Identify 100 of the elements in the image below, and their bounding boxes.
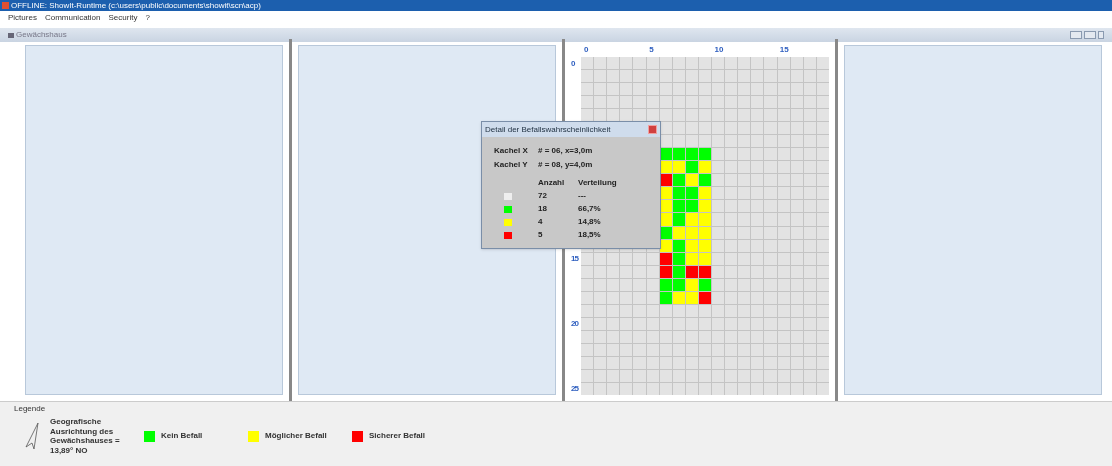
grid-cell[interactable] (777, 343, 790, 356)
grid-cell[interactable] (738, 213, 751, 226)
grid-cell[interactable] (581, 382, 594, 395)
grid-cell[interactable] (620, 265, 633, 278)
grid-cell[interactable] (764, 239, 777, 252)
close-button[interactable] (648, 125, 657, 134)
grid-cell[interactable] (725, 304, 738, 317)
tile[interactable] (685, 239, 698, 252)
grid-cell[interactable] (659, 57, 672, 70)
grid-cell[interactable] (607, 291, 620, 304)
grid-cell[interactable] (633, 382, 646, 395)
grid-cell[interactable] (816, 187, 829, 200)
grid-cell[interactable] (725, 382, 738, 395)
grid-cell[interactable] (777, 265, 790, 278)
grid-cell[interactable] (712, 278, 725, 291)
grid-cell[interactable] (790, 278, 803, 291)
grid-cell[interactable] (803, 148, 816, 161)
grid-cell[interactable] (646, 317, 659, 330)
grid-cell[interactable] (751, 317, 764, 330)
grid-cell[interactable] (790, 96, 803, 109)
grid-cell[interactable] (581, 83, 594, 96)
menu-item[interactable]: Communication (44, 12, 101, 24)
grid-cell[interactable] (764, 330, 777, 343)
grid-cell[interactable] (816, 330, 829, 343)
tile[interactable] (672, 239, 685, 252)
grid-cell[interactable] (738, 317, 751, 330)
grid-cell[interactable] (803, 278, 816, 291)
grid-cell[interactable] (738, 83, 751, 96)
grid-cell[interactable] (633, 343, 646, 356)
grid-cell[interactable] (712, 252, 725, 265)
grid-cell[interactable] (777, 330, 790, 343)
grid-cell[interactable] (803, 161, 816, 174)
grid-cell[interactable] (790, 200, 803, 213)
grid-cell[interactable] (672, 83, 685, 96)
grid-cell[interactable] (594, 317, 607, 330)
grid-cell[interactable] (777, 226, 790, 239)
grid-cell[interactable] (646, 278, 659, 291)
grid-cell[interactable] (725, 213, 738, 226)
grid-cell[interactable] (816, 135, 829, 148)
grid-cell[interactable] (738, 161, 751, 174)
grid-cell[interactable] (712, 161, 725, 174)
grid-cell[interactable] (738, 265, 751, 278)
grid-cell[interactable] (607, 356, 620, 369)
grid-cell[interactable] (685, 317, 698, 330)
grid-cell[interactable] (764, 226, 777, 239)
grid-cell[interactable] (803, 382, 816, 395)
grid-cell[interactable] (816, 174, 829, 187)
grid-cell[interactable] (764, 187, 777, 200)
grid-cell[interactable] (620, 291, 633, 304)
grid-cell[interactable] (698, 382, 712, 395)
grid-cell[interactable] (712, 174, 725, 187)
grid-cell[interactable] (594, 304, 607, 317)
grid-cell[interactable] (764, 382, 777, 395)
grid-cell[interactable] (764, 83, 777, 96)
grid-cell[interactable] (712, 369, 725, 382)
grid-cell[interactable] (738, 57, 751, 70)
grid-cell[interactable] (646, 291, 659, 304)
grid-cell[interactable] (803, 200, 816, 213)
grid-cell[interactable] (816, 70, 829, 83)
tile[interactable] (659, 252, 672, 265)
tile[interactable] (672, 174, 685, 187)
grid-cell[interactable] (738, 369, 751, 382)
grid-cell[interactable] (816, 369, 829, 382)
grid-cell[interactable] (751, 265, 764, 278)
grid-cell[interactable] (581, 70, 594, 83)
grid-cell[interactable] (764, 161, 777, 174)
grid-cell[interactable] (790, 174, 803, 187)
grid-cell[interactable] (594, 291, 607, 304)
grid-cell[interactable] (620, 317, 633, 330)
grid-cell[interactable] (620, 343, 633, 356)
grid-cell[interactable] (672, 304, 685, 317)
grid-cell[interactable] (698, 96, 712, 109)
grid-cell[interactable] (672, 369, 685, 382)
grid-cell[interactable] (646, 252, 659, 265)
tile[interactable] (685, 174, 698, 187)
grid-cell[interactable] (712, 304, 725, 317)
grid-cell[interactable] (751, 187, 764, 200)
grid-cell[interactable] (633, 70, 646, 83)
grid-cell[interactable] (777, 356, 790, 369)
tile[interactable] (698, 252, 712, 265)
grid-cell[interactable] (790, 148, 803, 161)
grid-cell[interactable] (581, 57, 594, 70)
grid-cell[interactable] (764, 252, 777, 265)
grid-cell[interactable] (607, 369, 620, 382)
grid-cell[interactable] (764, 174, 777, 187)
grid-cell[interactable] (764, 343, 777, 356)
grid-cell[interactable] (581, 291, 594, 304)
grid-cell[interactable] (659, 70, 672, 83)
grid-cell[interactable] (633, 291, 646, 304)
grid-cell[interactable] (738, 343, 751, 356)
grid-cell[interactable] (803, 239, 816, 252)
grid-cell[interactable] (712, 187, 725, 200)
grid-cell[interactable] (803, 356, 816, 369)
grid-cell[interactable] (685, 109, 698, 122)
close-button[interactable] (1098, 31, 1104, 39)
grid-cell[interactable] (725, 187, 738, 200)
grid-cell[interactable] (751, 109, 764, 122)
grid-cell[interactable] (803, 291, 816, 304)
grid-cell[interactable] (698, 304, 712, 317)
menu-item[interactable]: Pictures (8, 12, 37, 24)
